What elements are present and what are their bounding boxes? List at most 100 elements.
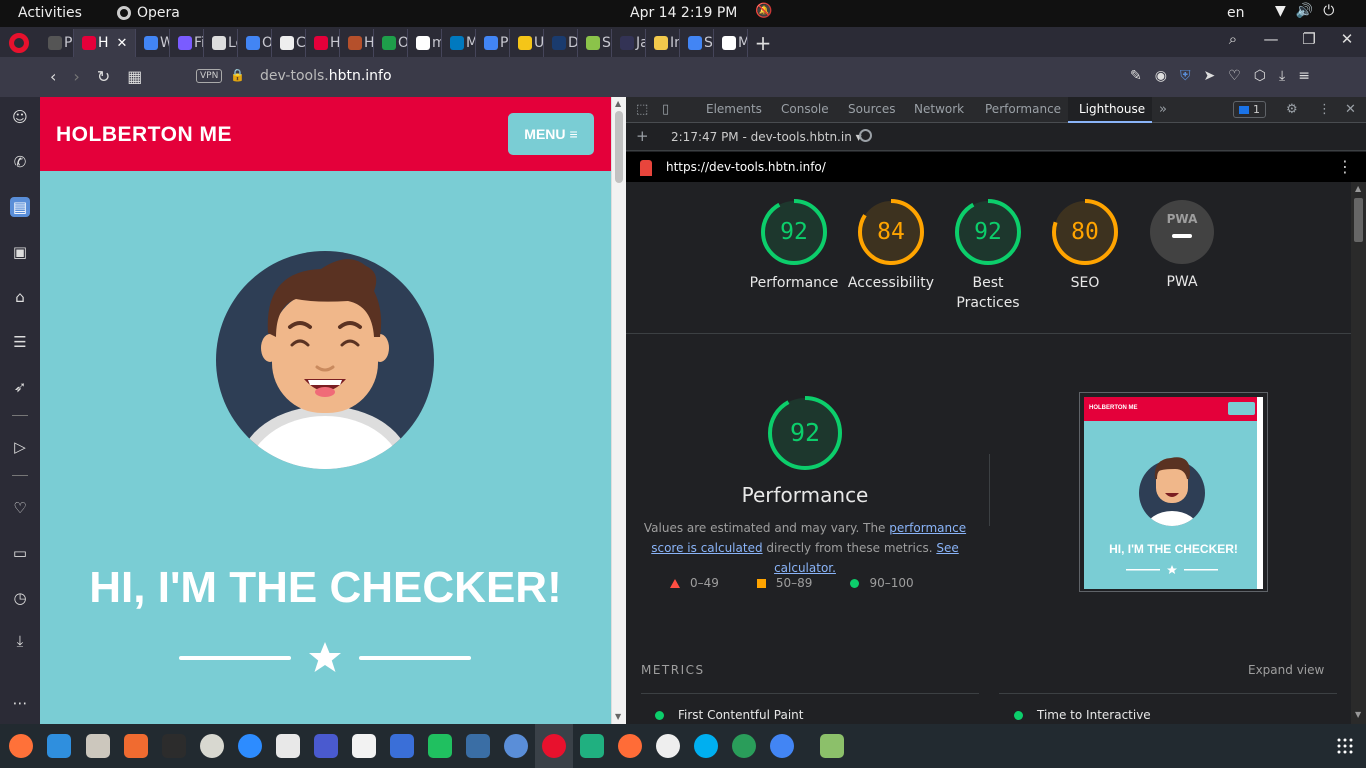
inkscape-icon[interactable] (656, 734, 680, 758)
new-tab-button[interactable]: + (748, 29, 778, 57)
report-select[interactable]: 2:17:47 PM - dev-tools.hbtn.in ▾ (671, 130, 862, 144)
translate-icon[interactable] (390, 734, 414, 758)
downloads-icon[interactable]: ⤓ (10, 631, 30, 651)
browser-tab[interactable]: My (442, 29, 476, 57)
final-screenshot[interactable]: HOLBERTON ME HI, I'M THE CHECKER! (1079, 392, 1268, 592)
vscode-icon[interactable] (47, 734, 71, 758)
text-editor-icon[interactable] (352, 734, 376, 758)
keepass-icon[interactable] (200, 734, 224, 758)
cube-icon[interactable]: ⬡ (1254, 68, 1266, 84)
report-url[interactable]: https://dev-tools.hbtn.info/ (666, 160, 826, 174)
system-status[interactable]: ▼ 🔊 ⏻ (1275, 3, 1334, 19)
software-center-icon[interactable] (124, 734, 148, 758)
browser-tab[interactable]: Int (646, 29, 680, 57)
skype-icon[interactable] (694, 734, 718, 758)
pycharm-icon[interactable] (428, 734, 452, 758)
more-tabs-icon[interactable]: » (1159, 102, 1167, 117)
browser-tab[interactable]: Pr (476, 29, 510, 57)
speed-dial-icon[interactable]: ▦ (127, 67, 142, 86)
trash-icon[interactable] (820, 734, 844, 758)
zoom-icon[interactable] (238, 734, 262, 758)
browser-tab[interactable]: W (136, 29, 170, 57)
scroll-down-icon[interactable]: ▼ (1355, 710, 1361, 719)
inspect-element-icon[interactable]: ⬚ (636, 102, 648, 117)
shield-icon[interactable]: ⛨ (1180, 68, 1191, 84)
browser-tab[interactable]: Jav (612, 29, 646, 57)
browser-tab[interactable]: H ✕ (74, 29, 136, 57)
devtools-scroll-thumb[interactable] (1354, 198, 1363, 242)
lock-icon[interactable]: 🔒 (230, 68, 245, 82)
emoji-icon[interactable]: ☺ (10, 107, 30, 127)
firefox-icon[interactable] (9, 734, 33, 758)
gauge-seo[interactable]: 80 SEO (1035, 199, 1135, 293)
news-icon[interactable]: ▭ (10, 543, 30, 563)
gauge-pwa[interactable]: PWA PWA (1132, 199, 1232, 292)
page-scrollbar[interactable]: ▲ ▼ (611, 97, 626, 724)
browser-tab[interactable]: Ma (714, 29, 748, 57)
clock[interactable]: Apr 14 2:19 PM (630, 5, 737, 21)
heart-icon[interactable]: ♡ (1228, 68, 1241, 84)
browser-tab[interactable]: De (544, 29, 578, 57)
forward-icon[interactable]: › (73, 67, 79, 86)
password-safe-icon[interactable] (580, 734, 604, 758)
tab-performance[interactable]: Performance (985, 102, 1061, 116)
tab-console[interactable]: Console (781, 102, 829, 116)
devtools-scrollbar[interactable]: ▲ ▼ (1351, 182, 1366, 724)
clear-reports-icon[interactable] (859, 129, 872, 142)
site-title[interactable]: HOLBERTON ME (56, 123, 232, 147)
browser-tab[interactable]: Pr (40, 29, 74, 57)
remmina-icon[interactable] (504, 734, 528, 758)
menu-button[interactable]: MENU ≡ (508, 113, 594, 155)
browser-tab[interactable]: Lo (204, 29, 238, 57)
url-field[interactable]: dev-tools.hbtn.info (260, 68, 392, 84)
language-indicator[interactable]: en (1227, 5, 1245, 21)
app-menu[interactable]: Opera (117, 5, 180, 21)
maximize-icon[interactable]: ❐ (1290, 30, 1328, 48)
vpn-badge[interactable]: VPN (196, 69, 223, 83)
scroll-up-icon[interactable]: ▲ (615, 99, 621, 108)
reload-icon[interactable]: ↻ (97, 67, 110, 86)
new-report-icon[interactable]: + (636, 127, 649, 145)
browser-tab[interactable]: Op (374, 29, 408, 57)
close-window-icon[interactable]: ✕ (1328, 30, 1366, 48)
download-icon[interactable]: ⤓ (1279, 68, 1285, 84)
postman-icon[interactable] (618, 734, 642, 758)
slack-icon[interactable] (276, 734, 300, 758)
menu-icon[interactable]: ≡ (1298, 68, 1310, 84)
tab-sources[interactable]: Sources (848, 102, 895, 116)
list-icon[interactable]: ☰ (10, 332, 30, 352)
files-icon[interactable] (86, 734, 110, 758)
more-icon[interactable]: ⋯ (10, 693, 30, 713)
tab-search-icon[interactable]: ⌕ (1214, 30, 1252, 48)
tab-elements[interactable]: Elements (706, 102, 762, 116)
page-scroll-thumb[interactable] (615, 111, 623, 183)
activities-button[interactable]: Activities (18, 5, 82, 21)
scroll-down-icon[interactable]: ▼ (615, 712, 621, 721)
rocket-icon[interactable]: ➶ (10, 377, 30, 397)
minimize-icon[interactable]: — (1252, 30, 1290, 48)
edit-icon[interactable]: ✎ (1130, 68, 1142, 84)
messenger-icon[interactable]: ✆ (10, 152, 30, 172)
show-apps-icon[interactable] (1337, 738, 1353, 754)
opera-menu-icon[interactable] (9, 33, 29, 53)
scroll-up-icon[interactable]: ▲ (1355, 184, 1361, 193)
briefcase-icon[interactable]: ▣ (10, 242, 30, 262)
chrome-icon[interactable] (770, 734, 794, 758)
close-tab-icon[interactable]: ✕ (117, 36, 128, 51)
snapshot-icon[interactable]: ◉ (1155, 68, 1167, 84)
tab-lighthouse[interactable]: Lighthouse (1079, 102, 1145, 116)
browser-tab[interactable]: Ho (340, 29, 374, 57)
back-icon[interactable]: ‹ (50, 67, 56, 86)
browser-tab[interactable]: Ov (238, 29, 272, 57)
issues-badge[interactable]: 1 (1233, 101, 1266, 118)
gauge-performance[interactable]: 92 Performance (744, 199, 844, 293)
expand-view-toggle[interactable]: Expand view (1248, 663, 1324, 677)
settings-gear-icon[interactable]: ⚙ (1286, 102, 1298, 117)
send-icon[interactable]: ➤ (1203, 68, 1215, 84)
browser-tab[interactable]: Un (510, 29, 544, 57)
opera-icon[interactable] (542, 734, 566, 758)
gauge-accessibility[interactable]: 84 Accessibility (841, 199, 941, 293)
terminal-icon[interactable] (162, 734, 186, 758)
tab-network[interactable]: Network (914, 102, 964, 116)
globe-icon[interactable] (732, 734, 756, 758)
